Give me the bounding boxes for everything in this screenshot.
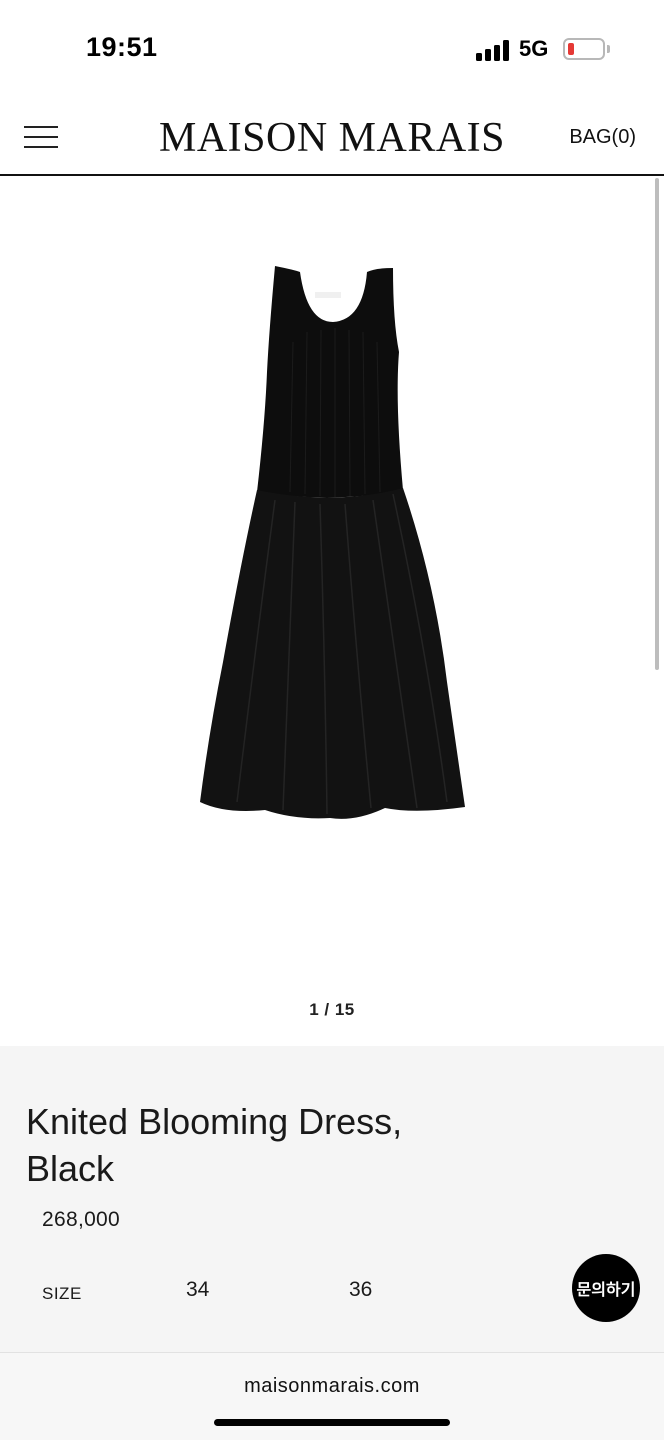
status-bar: 19:51 5G [0,0,664,100]
signal-icon [476,39,510,61]
browser-url-bar[interactable]: maisonmarais.com [0,1352,664,1440]
home-indicator[interactable] [214,1419,450,1426]
product-title: Knited Blooming Dress, Black [26,1101,403,1189]
bag-link[interactable]: BAG(0) [569,126,636,149]
size-option-34[interactable]: 34 [186,1278,209,1302]
product-screen: 19:51 5G MAISON MARAIS BAG(0) 1 / 15 Kni… [0,0,664,1440]
network-type: 5G [519,36,549,61]
image-counter: 1 / 15 [309,1000,355,1019]
size-option-36[interactable]: 36 [349,1278,372,1302]
product-info: Knited Blooming Dress, Black 268,000 SIZ… [0,1046,664,1352]
gallery-scrollbar[interactable] [655,178,659,670]
brand-logo[interactable]: MAISON MARAIS [0,114,664,162]
hamburger-menu-icon[interactable] [24,122,60,152]
battery-cap [607,45,610,53]
product-gallery[interactable]: 1 / 15 [0,178,664,1046]
status-time: 19:51 [86,32,158,62]
inquiry-button[interactable]: 문의하기 [572,1254,640,1322]
battery-icon [563,38,605,60]
product-image[interactable] [195,262,475,834]
size-label: SIZE [42,1284,82,1303]
product-price: 268,000 [42,1208,121,1231]
url-text[interactable]: maisonmarais.com [0,1375,664,1398]
site-header: MAISON MARAIS BAG(0) [0,100,664,176]
battery-level [568,43,574,55]
